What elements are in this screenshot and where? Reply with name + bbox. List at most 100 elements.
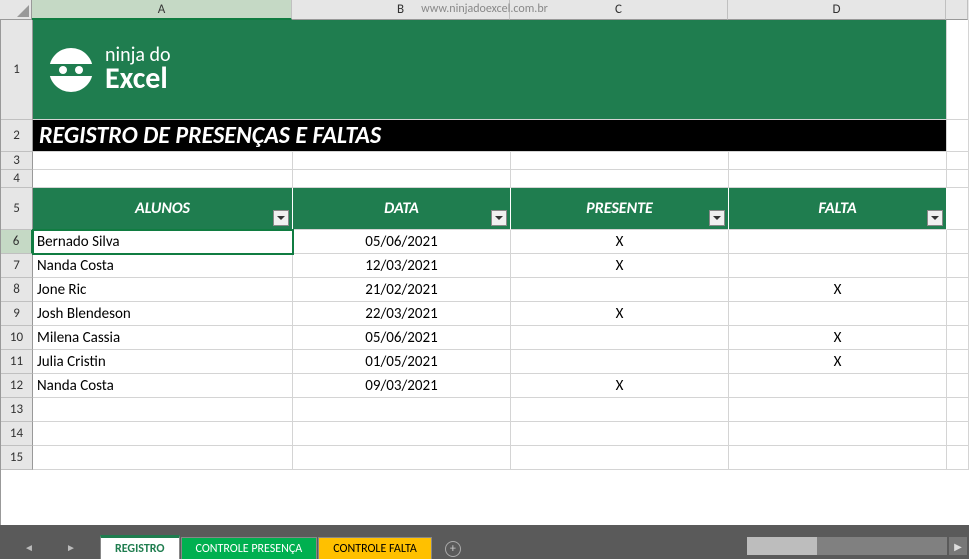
cell-overflow[interactable]: [947, 326, 969, 350]
cell-aluno[interactable]: Bernado Silva: [33, 230, 293, 254]
filter-button-presente[interactable]: [709, 210, 725, 226]
row-header[interactable]: 11: [1, 350, 33, 374]
column-header-A[interactable]: A: [32, 0, 292, 20]
empty-cell[interactable]: [729, 446, 947, 470]
tab-registro[interactable]: REGISTRO: [100, 535, 180, 559]
cell-falta[interactable]: X: [729, 350, 947, 374]
cell-aluno[interactable]: Nanda Costa: [33, 254, 293, 278]
table-header-presente[interactable]: PRESENTE: [511, 188, 729, 230]
column-header-D[interactable]: D: [728, 0, 946, 20]
cell-data[interactable]: 05/06/2021: [293, 230, 511, 254]
row-header[interactable]: 13: [1, 398, 33, 422]
cell-overflow[interactable]: [947, 230, 969, 254]
cell-presente[interactable]: [511, 278, 729, 302]
cell-C4[interactable]: [511, 170, 729, 188]
cell-B4[interactable]: [293, 170, 511, 188]
column-header-overflow[interactable]: [946, 0, 968, 20]
row-header-3[interactable]: 3: [1, 152, 33, 170]
cell-overflow[interactable]: [947, 302, 969, 326]
cell-presente[interactable]: X: [511, 254, 729, 278]
empty-cell[interactable]: [33, 422, 293, 446]
cell-C3[interactable]: [511, 152, 729, 170]
cell-overflow[interactable]: [947, 188, 969, 230]
row-header[interactable]: 12: [1, 374, 33, 398]
select-all-corner[interactable]: [0, 0, 32, 20]
cell-aluno[interactable]: Milena Cassia: [33, 326, 293, 350]
cell-overflow[interactable]: [947, 170, 969, 188]
cell-presente[interactable]: [511, 326, 729, 350]
cell-data[interactable]: 01/05/2021: [293, 350, 511, 374]
cell-overflow[interactable]: [947, 254, 969, 278]
empty-cell[interactable]: [293, 398, 511, 422]
scroll-right-button[interactable]: ▶: [949, 537, 967, 555]
page-title[interactable]: REGISTRO DE PRESENÇAS E FALTAS: [33, 120, 947, 152]
table-header-alunos[interactable]: ALUNOS: [33, 188, 293, 230]
cell-data[interactable]: 05/06/2021: [293, 326, 511, 350]
cell-overflow[interactable]: [947, 446, 969, 470]
row-header[interactable]: 15: [1, 446, 33, 470]
cell-overflow[interactable]: [947, 20, 969, 120]
row-header[interactable]: 9: [1, 302, 33, 326]
horizontal-scrollbar[interactable]: [747, 537, 947, 555]
table-header-data[interactable]: DATA: [293, 188, 511, 230]
cell-overflow[interactable]: [947, 374, 969, 398]
tab-controle-presenca[interactable]: CONTROLE PRESENÇA: [181, 537, 318, 559]
cell-aluno[interactable]: Nanda Costa: [33, 374, 293, 398]
cell-falta[interactable]: [729, 230, 947, 254]
cell-falta[interactable]: X: [729, 278, 947, 302]
cell-falta[interactable]: X: [729, 326, 947, 350]
tab-controle-falta[interactable]: CONTROLE FALTA: [318, 537, 432, 559]
empty-cell[interactable]: [511, 422, 729, 446]
empty-cell[interactable]: [33, 446, 293, 470]
cell-falta[interactable]: [729, 374, 947, 398]
cell-data[interactable]: 09/03/2021: [293, 374, 511, 398]
cell-B3[interactable]: [293, 152, 511, 170]
cell-D3[interactable]: [729, 152, 947, 170]
row-header-4[interactable]: 4: [1, 170, 33, 188]
empty-cell[interactable]: [511, 398, 729, 422]
tab-nav-next-icon[interactable]: ►: [66, 541, 76, 554]
row-header[interactable]: 7: [1, 254, 33, 278]
cell-overflow[interactable]: [947, 398, 969, 422]
row-header-5[interactable]: 5: [1, 188, 33, 230]
row-header[interactable]: 10: [1, 326, 33, 350]
empty-cell[interactable]: [293, 422, 511, 446]
cell-A4[interactable]: [33, 170, 293, 188]
cell-falta[interactable]: [729, 302, 947, 326]
empty-cell[interactable]: [729, 398, 947, 422]
cell-presente[interactable]: X: [511, 374, 729, 398]
cell-data[interactable]: 21/02/2021: [293, 278, 511, 302]
cell-overflow[interactable]: [947, 422, 969, 446]
tab-nav-prev-icon[interactable]: ◄: [24, 541, 34, 554]
cell-aluno[interactable]: Julia Cristin: [33, 350, 293, 374]
cell-A3[interactable]: [33, 152, 293, 170]
banner-cell[interactable]: ninja do Excel: [33, 20, 947, 120]
cell-presente[interactable]: [511, 350, 729, 374]
table-header-falta[interactable]: FALTA: [729, 188, 947, 230]
row-header-2[interactable]: 2: [1, 120, 33, 152]
cell-falta[interactable]: [729, 254, 947, 278]
row-header[interactable]: 14: [1, 422, 33, 446]
row-header[interactable]: 8: [1, 278, 33, 302]
cell-overflow[interactable]: [947, 152, 969, 170]
cell-D4[interactable]: [729, 170, 947, 188]
horizontal-scrollbar-thumb[interactable]: [747, 537, 817, 555]
filter-button-data[interactable]: [491, 210, 507, 226]
cell-data[interactable]: 22/03/2021: [293, 302, 511, 326]
empty-cell[interactable]: [293, 446, 511, 470]
cell-overflow[interactable]: [947, 278, 969, 302]
add-sheet-button[interactable]: +: [439, 539, 467, 559]
cell-aluno[interactable]: Jone Ric: [33, 278, 293, 302]
empty-cell[interactable]: [729, 422, 947, 446]
cell-overflow[interactable]: [947, 120, 969, 152]
cell-overflow[interactable]: [947, 350, 969, 374]
empty-cell[interactable]: [511, 446, 729, 470]
filter-button-alunos[interactable]: [273, 210, 289, 226]
empty-cell[interactable]: [33, 398, 293, 422]
cell-data[interactable]: 12/03/2021: [293, 254, 511, 278]
cell-aluno[interactable]: Josh Blendeson: [33, 302, 293, 326]
filter-button-falta[interactable]: [927, 210, 943, 226]
cell-presente[interactable]: X: [511, 230, 729, 254]
row-header[interactable]: 6: [1, 230, 33, 254]
row-header-1[interactable]: 1: [1, 20, 33, 120]
